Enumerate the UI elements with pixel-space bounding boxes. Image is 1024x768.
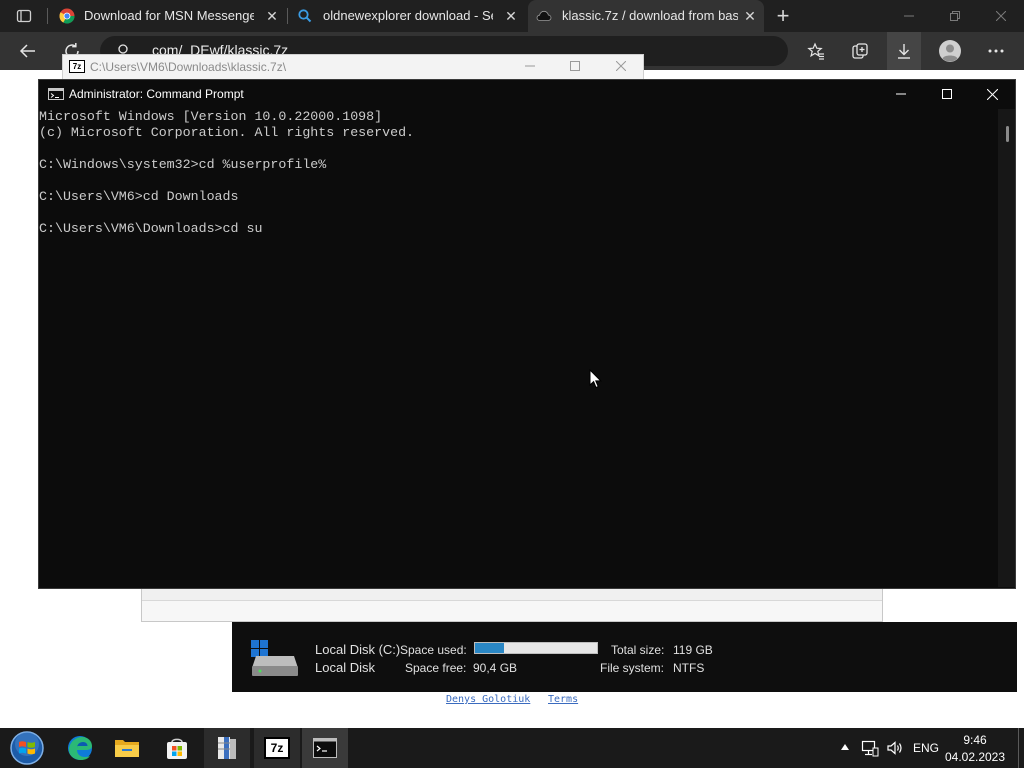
folder-icon xyxy=(113,736,141,760)
start-button[interactable] xyxy=(4,728,50,768)
tab-msn-messenger[interactable]: Download for MSN Messenger | ✕ xyxy=(50,0,286,32)
tab-title: klassic.7z / download from bash xyxy=(562,8,738,23)
chrome-icon xyxy=(59,8,75,24)
store-icon xyxy=(164,735,190,761)
file-system-label: File system: xyxy=(600,661,665,675)
cmd-title-bar[interactable]: Administrator: Command Prompt xyxy=(39,80,1015,108)
sevenzip-status-area xyxy=(141,588,883,622)
profile-avatar-icon[interactable] xyxy=(936,37,964,65)
sevenzip-close-icon[interactable] xyxy=(616,61,626,71)
space-used-bar-fill xyxy=(475,643,505,653)
sevenzip-window[interactable]: 7z C:\Users\VM6\Downloads\klassic.7z\ xyxy=(62,54,644,80)
space-used-label: Space used: xyxy=(400,643,467,657)
terms-link[interactable]: Terms xyxy=(548,694,578,705)
disk-name: Local Disk (C:) xyxy=(315,642,401,657)
sevenzip-minimize-icon[interactable] xyxy=(525,61,535,71)
taskbar-7zip-button[interactable]: 7z xyxy=(254,728,300,768)
sevenzip-icon: 7z xyxy=(69,60,85,73)
tab-title: oldnewexplorer download - Sea xyxy=(323,8,493,23)
file-system-value: NTFS xyxy=(673,661,705,675)
disk-info-panel xyxy=(232,622,1017,692)
archive-app-icon xyxy=(215,735,239,761)
cmd-scroll-thumb[interactable] xyxy=(1006,126,1009,142)
cmd-taskbar-icon xyxy=(313,738,337,758)
taskbar-edge-button[interactable] xyxy=(57,728,103,768)
taskbar-app-button[interactable] xyxy=(204,728,250,768)
show-desktop-button[interactable] xyxy=(1018,728,1024,768)
command-prompt-window[interactable]: Administrator: Command Prompt Microsoft … xyxy=(38,79,1016,589)
show-hidden-icons-chevron-icon[interactable] xyxy=(840,743,850,751)
browser-tab-bar: Download for MSN Messenger | ✕ oldnewexp… xyxy=(0,0,1024,32)
new-tab-button[interactable]: + xyxy=(770,0,796,32)
more-options-icon[interactable] xyxy=(982,37,1010,65)
space-free-label: Space free: xyxy=(405,661,467,675)
tab-title: Download for MSN Messenger | xyxy=(84,8,254,23)
author-link[interactable]: Denys Golotiuk xyxy=(446,694,530,705)
sevenzip-maximize-icon[interactable] xyxy=(570,61,580,71)
clock-date[interactable]: 04.02.2023 xyxy=(940,750,1010,764)
tab-klassic-download[interactable]: klassic.7z / download from bash ✕ xyxy=(528,0,764,32)
cloud-icon xyxy=(536,8,552,24)
space-free-value: 90,4 GB xyxy=(473,661,518,675)
tab-close-icon[interactable]: ✕ xyxy=(742,8,758,24)
network-icon[interactable] xyxy=(861,739,879,757)
back-arrow-icon[interactable] xyxy=(14,37,42,65)
search-icon xyxy=(297,8,313,24)
edge-icon xyxy=(66,734,94,762)
tab-oldnewexplorer-search[interactable]: oldnewexplorer download - Sea ✕ xyxy=(289,0,525,32)
tab-actions-icon[interactable] xyxy=(10,2,38,30)
clock-time[interactable]: 9:46 xyxy=(940,733,1010,747)
console-input-line[interactable]: C:\Users\VM6\Downloads>cd su xyxy=(39,221,999,237)
cmd-minimize-icon[interactable] xyxy=(878,80,924,108)
total-size-value: 119 GB xyxy=(673,643,713,657)
cmd-title: Administrator: Command Prompt xyxy=(69,87,244,101)
collections-icon[interactable] xyxy=(846,37,874,65)
taskbar-file-explorer-button[interactable] xyxy=(104,728,150,768)
cmd-scrollbar[interactable] xyxy=(998,109,1015,587)
taskbar-store-button[interactable] xyxy=(154,728,200,768)
tab-separator xyxy=(47,8,48,24)
console-line: C:\Users\VM6>cd Downloads xyxy=(39,189,239,204)
mouse-cursor-icon xyxy=(589,369,602,389)
console-line: (c) Microsoft Corporation. All rights re… xyxy=(39,125,415,140)
taskbar-cmd-button[interactable] xyxy=(302,728,348,768)
tab-close-icon[interactable]: ✕ xyxy=(264,8,280,24)
minimize-icon[interactable] xyxy=(886,0,932,32)
sevenzip-title: C:\Users\VM6\Downloads\klassic.7z\ xyxy=(90,60,287,74)
favorites-icon[interactable] xyxy=(802,37,830,65)
tab-separator xyxy=(287,8,288,24)
cmd-maximize-icon[interactable] xyxy=(924,80,970,108)
close-icon[interactable] xyxy=(978,0,1024,32)
windows-drive-icon xyxy=(250,638,300,678)
tab-close-icon[interactable]: ✕ xyxy=(503,8,519,24)
space-used-bar xyxy=(474,642,598,654)
restore-icon[interactable] xyxy=(932,0,978,32)
total-size-label: Total size: xyxy=(611,643,665,657)
sevenzip-taskbar-icon: 7z xyxy=(264,737,290,759)
cmd-close-icon[interactable] xyxy=(969,80,1015,108)
console-line: C:\Windows\system32>cd %userprofile% xyxy=(39,157,327,172)
disk-type: Local Disk xyxy=(315,660,375,675)
cmd-app-icon xyxy=(48,88,64,100)
cmd-console-output[interactable]: Microsoft Windows [Version 10.0.22000.10… xyxy=(39,109,999,587)
sevenzip-status-bar xyxy=(142,600,882,621)
taskbar: 7z xyxy=(0,728,1024,768)
console-line: Microsoft Windows [Version 10.0.22000.10… xyxy=(39,109,383,124)
input-language-indicator[interactable]: ENG xyxy=(913,741,939,755)
downloads-icon[interactable] xyxy=(887,32,921,70)
volume-icon[interactable] xyxy=(886,739,904,757)
